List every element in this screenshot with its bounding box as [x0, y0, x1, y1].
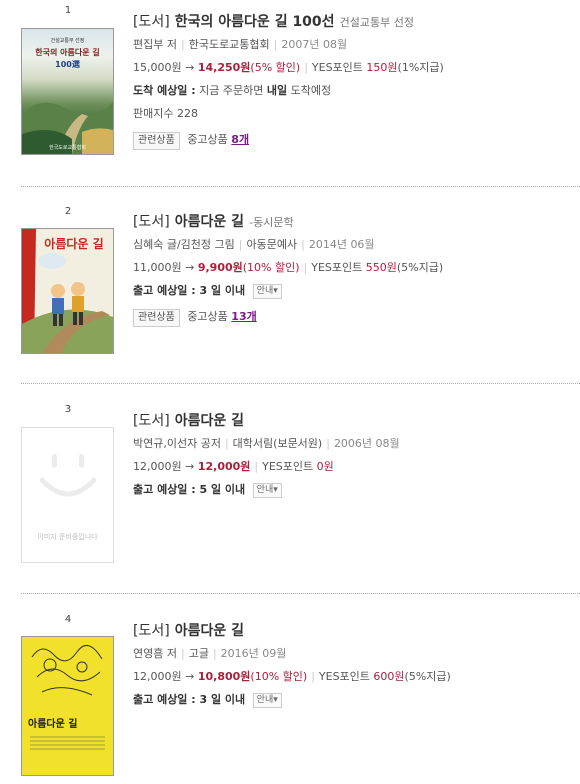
- author-link[interactable]: 편집부 저: [133, 38, 177, 51]
- related-products-button[interactable]: 관련상품: [133, 309, 180, 327]
- cover-title-text: 한국의 아름다운 길: [35, 48, 100, 57]
- cover-title-text: 아름다운 길: [44, 237, 104, 251]
- used-products-count-link[interactable]: 13개: [231, 310, 256, 323]
- list-price: 12,000원: [133, 460, 182, 473]
- delivery-label: 출고 예상일 : 5 일 이내: [133, 483, 246, 496]
- discount-rate: (5% 할인): [250, 61, 301, 74]
- item-divider: [21, 186, 580, 187]
- delivery-label: 도착 예상일 :: [133, 84, 196, 97]
- rank-number: 2: [64, 206, 72, 217]
- arrow-icon: →: [185, 261, 195, 274]
- publisher-link[interactable]: 대학서림(보문서원): [233, 437, 323, 450]
- discount-rate: (10% 할인): [242, 261, 300, 274]
- category-label: [도서]: [133, 14, 170, 30]
- related-products-button[interactable]: 관련상품: [133, 132, 180, 150]
- sale-price: 14,250원: [197, 61, 251, 74]
- abstract-illustration-icon: [22, 637, 113, 775]
- yes-points-value: 0원: [316, 460, 334, 473]
- publisher-link[interactable]: 아동문예사: [247, 238, 298, 251]
- arrow-icon: →: [185, 460, 195, 473]
- delivery-guide-button[interactable]: 안내▾: [252, 692, 282, 708]
- sale-price: 12,000원: [197, 460, 251, 473]
- used-products-label: 중고상품: [187, 310, 228, 323]
- category-label: [도서]: [133, 214, 170, 230]
- yes-points-label: YES포인트: [311, 61, 363, 74]
- item-divider: [21, 593, 580, 594]
- cover-publisher-text: 한국도로교통협회: [49, 145, 86, 151]
- cover-top-text: 건설교통부 선정: [50, 38, 85, 44]
- arrow-icon: →: [185, 61, 195, 74]
- delivery-pre: 지금 주문하면: [199, 84, 264, 97]
- used-products-count-link[interactable]: 8개: [231, 133, 249, 146]
- author-link[interactable]: 박연규,이선자 공저: [133, 437, 221, 450]
- arrow-icon: →: [185, 670, 195, 683]
- sale-price: 9,900원: [197, 261, 243, 274]
- sales-index: 판매지수 228: [133, 107, 198, 120]
- book-subtitle: -동시문학: [249, 216, 294, 229]
- list-price: 12,000원: [133, 670, 182, 683]
- rank-number: 3: [64, 404, 72, 415]
- author-link[interactable]: 연영흠 저: [133, 647, 177, 660]
- delivery-guide-button[interactable]: 안내▾: [252, 482, 282, 498]
- publisher-link[interactable]: 고글: [189, 647, 209, 660]
- yes-points-value: 600원: [373, 670, 405, 683]
- points-rate: (1%지급): [397, 61, 444, 74]
- publish-date: 2014년 06월: [308, 238, 375, 251]
- points-rate: (5%지급): [404, 670, 451, 683]
- yes-points-label: YES포인트: [262, 460, 314, 473]
- placeholder-text: 이미지 준비중입니다: [37, 533, 98, 541]
- delivery-day: 내일: [266, 84, 288, 97]
- rank-number: 1: [64, 5, 72, 16]
- delivery-label: 출고 예상일 : 3 일 이내: [133, 693, 246, 706]
- list-price: 15,000원: [133, 61, 182, 74]
- author-link[interactable]: 심혜숙 글/김천정 그림: [133, 238, 235, 251]
- book-cover-image[interactable]: 건설교통부 선정 한국의 아름다운 길 100選 한국도로교통협회: [21, 28, 114, 155]
- delivery-label: 출고 예상일 : 3 일 이내: [133, 284, 246, 297]
- book-title-link[interactable]: 한국의 아름다운 길 100선: [175, 14, 335, 30]
- category-label: [도서]: [133, 413, 170, 429]
- discount-rate: (10% 할인): [250, 670, 308, 683]
- yes-points-value: 550원: [365, 261, 397, 274]
- cover-title-text: 아름다운 길: [28, 719, 78, 730]
- publish-date: 2016년 09월: [220, 647, 287, 660]
- smiley-face-icon: [39, 454, 97, 497]
- delivery-guide-button[interactable]: 안내▾: [252, 283, 282, 299]
- used-products-label: 중고상품: [187, 133, 228, 146]
- sale-price: 10,800원: [197, 670, 251, 683]
- item-divider: [21, 383, 580, 384]
- book-cover-image[interactable]: 아름다운 길: [21, 636, 114, 776]
- book-title-link[interactable]: 아름다운 길: [175, 623, 244, 639]
- list-price: 11,000원: [133, 261, 182, 274]
- points-rate: (5%지급): [396, 261, 444, 274]
- yes-points-value: 150원: [366, 61, 398, 74]
- cover-number-text: 100選: [55, 60, 80, 69]
- publish-date: 2007년 08월: [281, 38, 348, 51]
- yes-points-label: YES포인트: [318, 670, 370, 683]
- publisher-link[interactable]: 한국도로교통협회: [189, 38, 270, 51]
- publish-date: 2006년 08월: [333, 437, 400, 450]
- category-label: [도서]: [133, 623, 170, 639]
- book-title-link[interactable]: 아름다운 길: [175, 413, 244, 429]
- book-cover-placeholder[interactable]: 이미지 준비중입니다: [21, 427, 114, 563]
- delivery-post: 도착예정: [290, 84, 332, 97]
- book-subtitle: 건설교통부 선정: [339, 16, 414, 29]
- yes-points-label: YES포인트: [311, 261, 363, 274]
- book-title-link[interactable]: 아름다운 길: [175, 214, 244, 230]
- book-cover-image[interactable]: 아름다운 길: [21, 228, 114, 354]
- rank-number: 4: [64, 614, 72, 625]
